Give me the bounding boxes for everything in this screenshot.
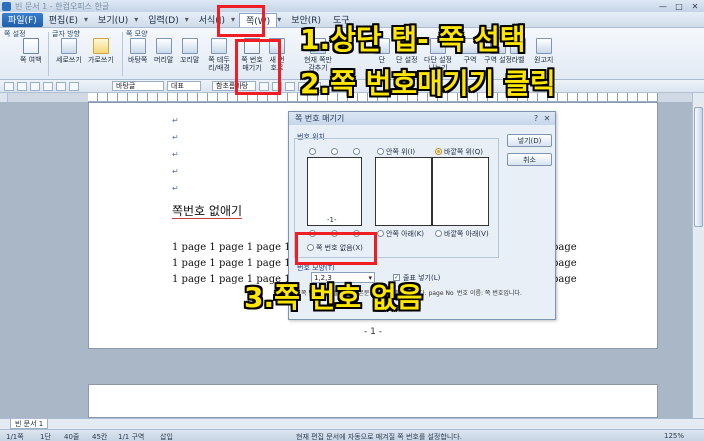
annotation-step-2: 2.쪽 번호매기기 클릭	[300, 67, 556, 100]
inner-top-label: 안쪽 위(I)	[386, 148, 416, 156]
status-char: 45칸	[92, 433, 108, 441]
redo-icon[interactable]	[69, 81, 79, 91]
language-select[interactable]: 대표	[167, 81, 201, 91]
insert-button[interactable]: 넣기(D)	[507, 134, 552, 147]
status-line: 40줄	[64, 433, 80, 441]
paragraph-mark: ↵	[172, 150, 179, 159]
preview-page-number: -1-	[327, 216, 337, 224]
document-heading: 쪽번호 없애기	[172, 204, 243, 219]
minimize-icon[interactable]: —	[656, 1, 670, 11]
document-tab-bar: 빈 문서 1	[0, 418, 704, 429]
open-folder-icon[interactable]	[17, 81, 27, 91]
outer-bottom-label: 바깥쪽 아래(V)	[444, 230, 489, 238]
position-radio-right-top[interactable]	[353, 148, 360, 155]
cancel-button[interactable]: 취소	[507, 153, 552, 166]
app-icon	[2, 1, 11, 11]
status-column: 1단	[40, 433, 51, 441]
header-button[interactable]: 머리말	[154, 38, 173, 64]
horizontal-writing-button[interactable]: 가로쓰기	[88, 38, 114, 64]
dialog-title: 쪽 번호 매기기	[295, 114, 345, 123]
highlight-page-number-button	[235, 39, 281, 95]
paragraph-mark: ↵	[172, 133, 179, 142]
status-page: 1/1쪽	[6, 433, 24, 441]
menu-edit[interactable]: 편집(E)	[43, 13, 84, 27]
page-number-footer: - 1 -	[364, 327, 382, 337]
menu-file[interactable]: 파일(F)	[2, 12, 43, 27]
paragraph-mark: ↵	[172, 167, 179, 176]
new-document-icon[interactable]	[4, 81, 14, 91]
page-margin-button[interactable]: 쪽 여백	[20, 38, 42, 64]
manuscript-icon	[535, 38, 552, 54]
maximize-icon[interactable]: □	[672, 1, 686, 11]
paragraph-mark: ↵	[172, 116, 179, 125]
title-bar: 빈 문서 1 - 한컴오피스 한글 — □ ✕	[0, 0, 704, 12]
paragraph-mark: ↵	[172, 184, 179, 193]
vertical-scrollbar[interactable]	[692, 93, 704, 418]
position-radio-center-top[interactable]	[331, 148, 338, 155]
status-section: 1/1 구역	[118, 433, 145, 441]
body-line: 1 page 1 page 1 page 1	[172, 258, 291, 269]
status-bar: 1/1쪽 1단 40줄 45칸 1/1 구역 삽입 현재 편집 문서에 자동으로…	[0, 429, 704, 441]
position-radio-outer-top[interactable]	[435, 148, 442, 155]
body-line: 1 page 1 page 1 page 1	[172, 242, 291, 253]
highlight-page-tab	[217, 5, 265, 37]
document-tab[interactable]: 빈 문서 1	[10, 419, 49, 429]
menu-dropdown-icon[interactable]: ▾	[277, 15, 285, 24]
highlight-no-page-number	[295, 232, 377, 265]
outer-top-label: 바깥쪽 위(Q)	[444, 148, 483, 156]
page-border-icon	[211, 38, 227, 54]
page-icon	[22, 38, 39, 54]
dialog-title-bar: 쪽 번호 매기기 ? ✕	[289, 112, 555, 125]
right-page-preview	[432, 157, 489, 226]
position-radio-inner-bottom[interactable]	[377, 230, 384, 237]
left-page-preview	[375, 157, 432, 226]
background-page-icon	[129, 38, 146, 54]
print-icon[interactable]	[43, 81, 53, 91]
vertical-text-icon	[60, 38, 77, 54]
header-icon	[155, 38, 172, 54]
close-icon[interactable]: ✕	[688, 1, 702, 11]
status-message: 현재 편집 문서에 자동으로 매겨질 쪽 번호를 설정합니다.	[296, 433, 462, 441]
style-select[interactable]: 바탕글	[112, 81, 164, 91]
underline-icon[interactable]	[285, 81, 295, 91]
footer-button[interactable]: 꼬리말	[180, 38, 199, 64]
status-mode: 삽입	[160, 433, 173, 441]
document-page-2[interactable]	[88, 384, 658, 418]
menu-view[interactable]: 보기(U)	[92, 13, 134, 27]
horizontal-text-icon	[92, 38, 109, 54]
zoom-level[interactable]: 125%	[664, 432, 684, 440]
vertical-writing-button[interactable]: 세로쓰기	[56, 38, 82, 64]
menu-dropdown-icon[interactable]: ▾	[185, 15, 193, 24]
save-icon[interactable]	[30, 81, 40, 91]
background-page-button[interactable]: 바탕쪽	[128, 38, 147, 64]
close-icon[interactable]: ✕	[542, 113, 552, 123]
footer-icon	[181, 38, 198, 54]
menu-dropdown-icon[interactable]: ▾	[84, 15, 92, 24]
menu-insert[interactable]: 입력(D)	[142, 13, 185, 27]
scrollbar-thumb[interactable]	[694, 107, 703, 227]
manuscript-button[interactable]: 원고지	[534, 38, 553, 64]
undo-icon[interactable]	[56, 81, 66, 91]
position-radio-outer-bottom[interactable]	[435, 230, 442, 237]
inner-bottom-label: 안쪽 아래(K)	[386, 230, 425, 238]
help-icon[interactable]: ?	[531, 113, 541, 123]
menu-dropdown-icon[interactable]: ▾	[134, 15, 142, 24]
position-radio-left-top[interactable]	[309, 148, 316, 155]
annotation-step-1: 1.상단 탭- 쪽 선택	[300, 23, 526, 56]
dialog-description-right: 번호 이름: 쪽 번호입니다.	[457, 290, 522, 297]
annotation-step-3: 3.쪽 번호 없음	[244, 281, 423, 314]
position-radio-inner-top[interactable]	[377, 148, 384, 155]
page-border-button[interactable]: 쪽 테두리/배경	[206, 38, 232, 72]
window-title: 빈 문서 1 - 한컴오피스 한글	[15, 1, 110, 11]
